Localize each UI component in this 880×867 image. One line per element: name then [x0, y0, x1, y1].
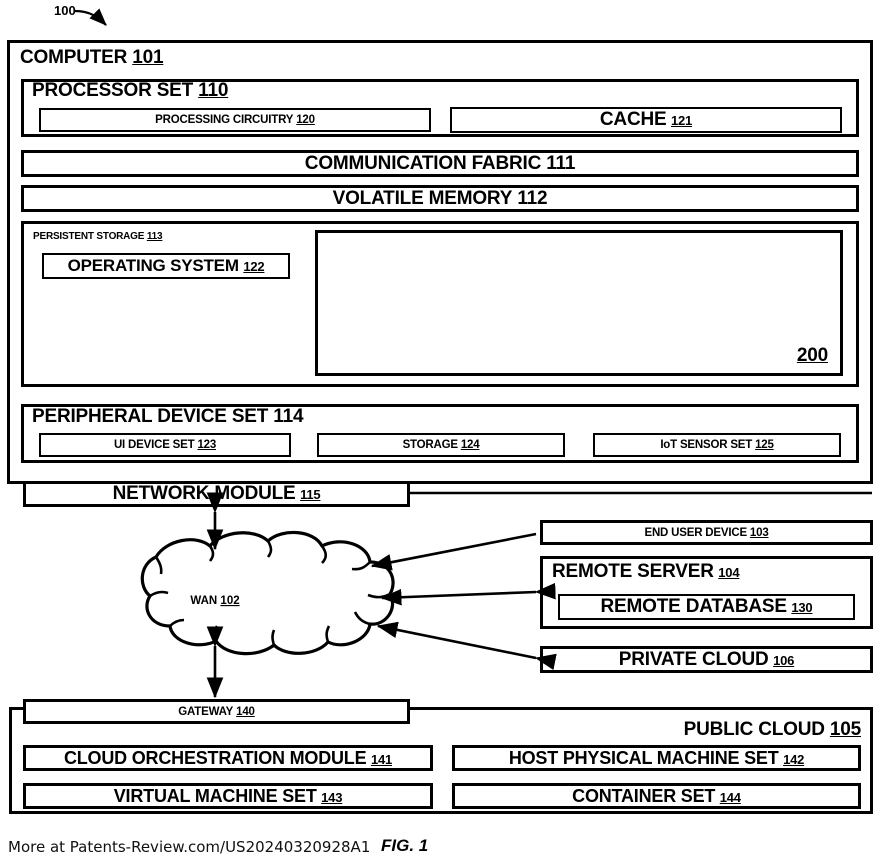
figure-reference-numeral: 100: [54, 3, 76, 18]
remote-server-label: REMOTE SERVER 104: [552, 561, 740, 582]
volatile-memory-label: VOLATILE MEMORY 112: [332, 187, 548, 209]
network-module-block: NETWORK MODULE 115: [23, 481, 410, 507]
block-200-label: 200: [796, 345, 828, 366]
container-set-block: CONTAINER SET 144: [452, 783, 861, 809]
ui-device-set-block: UI DEVICE SET 123: [39, 433, 291, 457]
iot-sensor-set-block: IoT SENSOR SET 125: [593, 433, 841, 457]
footer-attribution: More at Patents-Review.com/US20240320928…: [8, 838, 371, 856]
wan-cloud-shape: [140, 530, 395, 656]
container-set-label: CONTAINER SET 144: [572, 785, 741, 806]
figure-leader-arrow: [74, 8, 107, 26]
public-cloud-label: PUBLIC CLOUD 105: [683, 719, 862, 740]
host-physical-machine-set-label: HOST PHYSICAL MACHINE SET 142: [508, 747, 805, 768]
ui-device-set-label: UI DEVICE SET 123: [113, 439, 217, 451]
computer-label: COMPUTER 101: [20, 47, 164, 68]
end-user-device-label: END USER DEVICE 103: [644, 526, 769, 539]
iot-sensor-set-label: IoT SENSOR SET 125: [660, 439, 774, 451]
storage-label: STORAGE 124: [402, 439, 480, 451]
gateway-block: GATEWAY 140: [23, 699, 410, 724]
cloud-orchestration-module-block: CLOUD ORCHESTRATION MODULE 141: [23, 745, 433, 771]
arrow-end-user-device-wan: [370, 532, 537, 571]
virtual-machine-set-block: VIRTUAL MACHINE SET 143: [23, 783, 433, 809]
remote-database-block: REMOTE DATABASE 130: [558, 594, 855, 620]
communication-fabric-block: COMMUNICATION FABRIC 111: [21, 150, 859, 177]
operating-system-label: OPERATING SYSTEM 122: [67, 256, 265, 275]
remote-database-label: REMOTE DATABASE 130: [600, 596, 813, 617]
code-block-200: 200: [315, 230, 843, 376]
storage-block: STORAGE 124: [317, 433, 565, 457]
end-user-device-block: END USER DEVICE 103: [540, 520, 873, 545]
private-cloud-block: PRIVATE CLOUD 106: [540, 646, 873, 673]
processor-set-label: PROCESSOR SET 110: [32, 80, 229, 101]
persistent-storage-label: PERSISTENT STORAGE 113: [33, 231, 163, 242]
network-module-label: NETWORK MODULE 115: [112, 483, 321, 504]
private-cloud-label: PRIVATE CLOUD 106: [618, 648, 795, 670]
cache-label: CACHE 121: [599, 109, 693, 130]
operating-system-block: OPERATING SYSTEM 122: [42, 253, 290, 279]
wan-label: WAN 102: [190, 595, 239, 607]
processing-circuitry-label: PROCESSING CIRCUITRY 120: [155, 114, 315, 126]
peripheral-device-set-label: PERIPHERAL DEVICE SET 114: [32, 406, 304, 427]
processing-circuitry-block: PROCESSING CIRCUITRY 120: [39, 108, 431, 132]
arrow-remote-server-wan: [380, 582, 556, 606]
host-physical-machine-set-block: HOST PHYSICAL MACHINE SET 142: [452, 745, 861, 771]
volatile-memory-block: VOLATILE MEMORY 112: [21, 185, 859, 212]
figure-label: FIG. 1: [381, 836, 429, 855]
cache-block: CACHE 121: [450, 107, 842, 133]
virtual-machine-set-label: VIRTUAL MACHINE SET 143: [113, 785, 343, 806]
communication-fabric-label: COMMUNICATION FABRIC 111: [304, 152, 576, 174]
gateway-label: GATEWAY 140: [178, 705, 255, 718]
arrow-private-cloud-wan: [376, 621, 557, 671]
cloud-orchestration-module-label: CLOUD ORCHESTRATION MODULE 141: [63, 747, 393, 768]
